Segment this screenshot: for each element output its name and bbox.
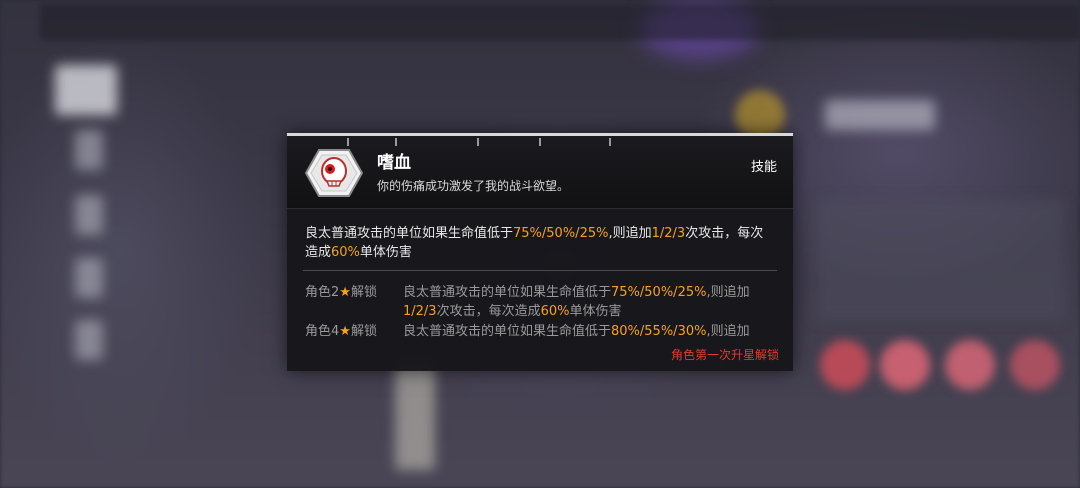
blurred-menu-item bbox=[75, 320, 103, 360]
upgrade-text: 良太普通攻击的单位如果生命值低于75%/50%/25%,则追加1/2/3次攻击，… bbox=[403, 285, 750, 319]
blurred-skill-slot bbox=[880, 340, 930, 390]
header-tick bbox=[539, 138, 541, 146]
blurred-menu-item bbox=[55, 65, 117, 115]
blurred-character-legs bbox=[395, 360, 435, 470]
upgrade-label: 角色4★解锁 bbox=[305, 324, 377, 339]
header-tick bbox=[395, 138, 397, 146]
skull-hexagon-icon bbox=[304, 148, 364, 198]
star-icon: ★ bbox=[339, 324, 351, 339]
upgrade-label: 角色2★解锁 bbox=[305, 285, 377, 300]
header-tick bbox=[477, 138, 479, 146]
upgrade-row-star2: 角色2★解锁 良太普通攻击的单位如果生命值低于75%/50%/25%,则追加1/… bbox=[305, 283, 779, 323]
header-tick bbox=[347, 138, 349, 146]
unlock-note: 角色第一次升星解锁 bbox=[670, 348, 779, 362]
upgrade-row-star4: 角色4★解锁 良太普通攻击的单位如果生命值低于80%/55%/30%,则追加 bbox=[305, 322, 779, 342]
blurred-menu-item bbox=[75, 195, 103, 235]
skill-type-label: 技能 bbox=[750, 160, 777, 175]
desc-part: 良太普通攻击的单位如果生命值低于 bbox=[305, 226, 514, 241]
desc-highlight: 60% bbox=[331, 245, 360, 260]
section-divider bbox=[303, 270, 777, 271]
blurred-skill-slot bbox=[945, 340, 995, 390]
blurred-top-bar bbox=[40, 4, 1080, 40]
skill-header: 嗜血 你的伤痛成功激发了我的战斗欲望。 技能 bbox=[287, 136, 793, 209]
skill-description: 良太普通攻击的单位如果生命值低于75%/50%/25%,则追加1/2/3次攻击，… bbox=[305, 224, 775, 262]
blurred-skill-slot bbox=[820, 340, 870, 390]
skill-flavor-text: 你的伤痛成功激发了我的战斗欲望。 bbox=[377, 179, 570, 193]
desc-part: ,则追加 bbox=[608, 226, 652, 241]
blurred-menu-item bbox=[75, 258, 103, 298]
blurred-skill-slot bbox=[1010, 340, 1060, 390]
blurred-stat-panel bbox=[815, 200, 1065, 320]
blurred-character-name bbox=[825, 100, 935, 130]
skill-name: 嗜血 bbox=[377, 153, 411, 173]
desc-highlight: 1/2/3 bbox=[651, 226, 686, 241]
star-icon: ★ bbox=[339, 285, 351, 300]
blurred-menu-item bbox=[75, 130, 103, 170]
desc-highlight: 75%/50%/25% bbox=[513, 226, 609, 241]
desc-part: 单体伤害 bbox=[359, 245, 412, 260]
header-tick bbox=[609, 138, 611, 146]
upgrade-text: 良太普通攻击的单位如果生命值低于80%/55%/30%,则追加 bbox=[403, 324, 750, 339]
skill-tooltip-panel: 嗜血 你的伤痛成功激发了我的战斗欲望。 技能 良太普通攻击的单位如果生命值低于7… bbox=[287, 133, 793, 371]
